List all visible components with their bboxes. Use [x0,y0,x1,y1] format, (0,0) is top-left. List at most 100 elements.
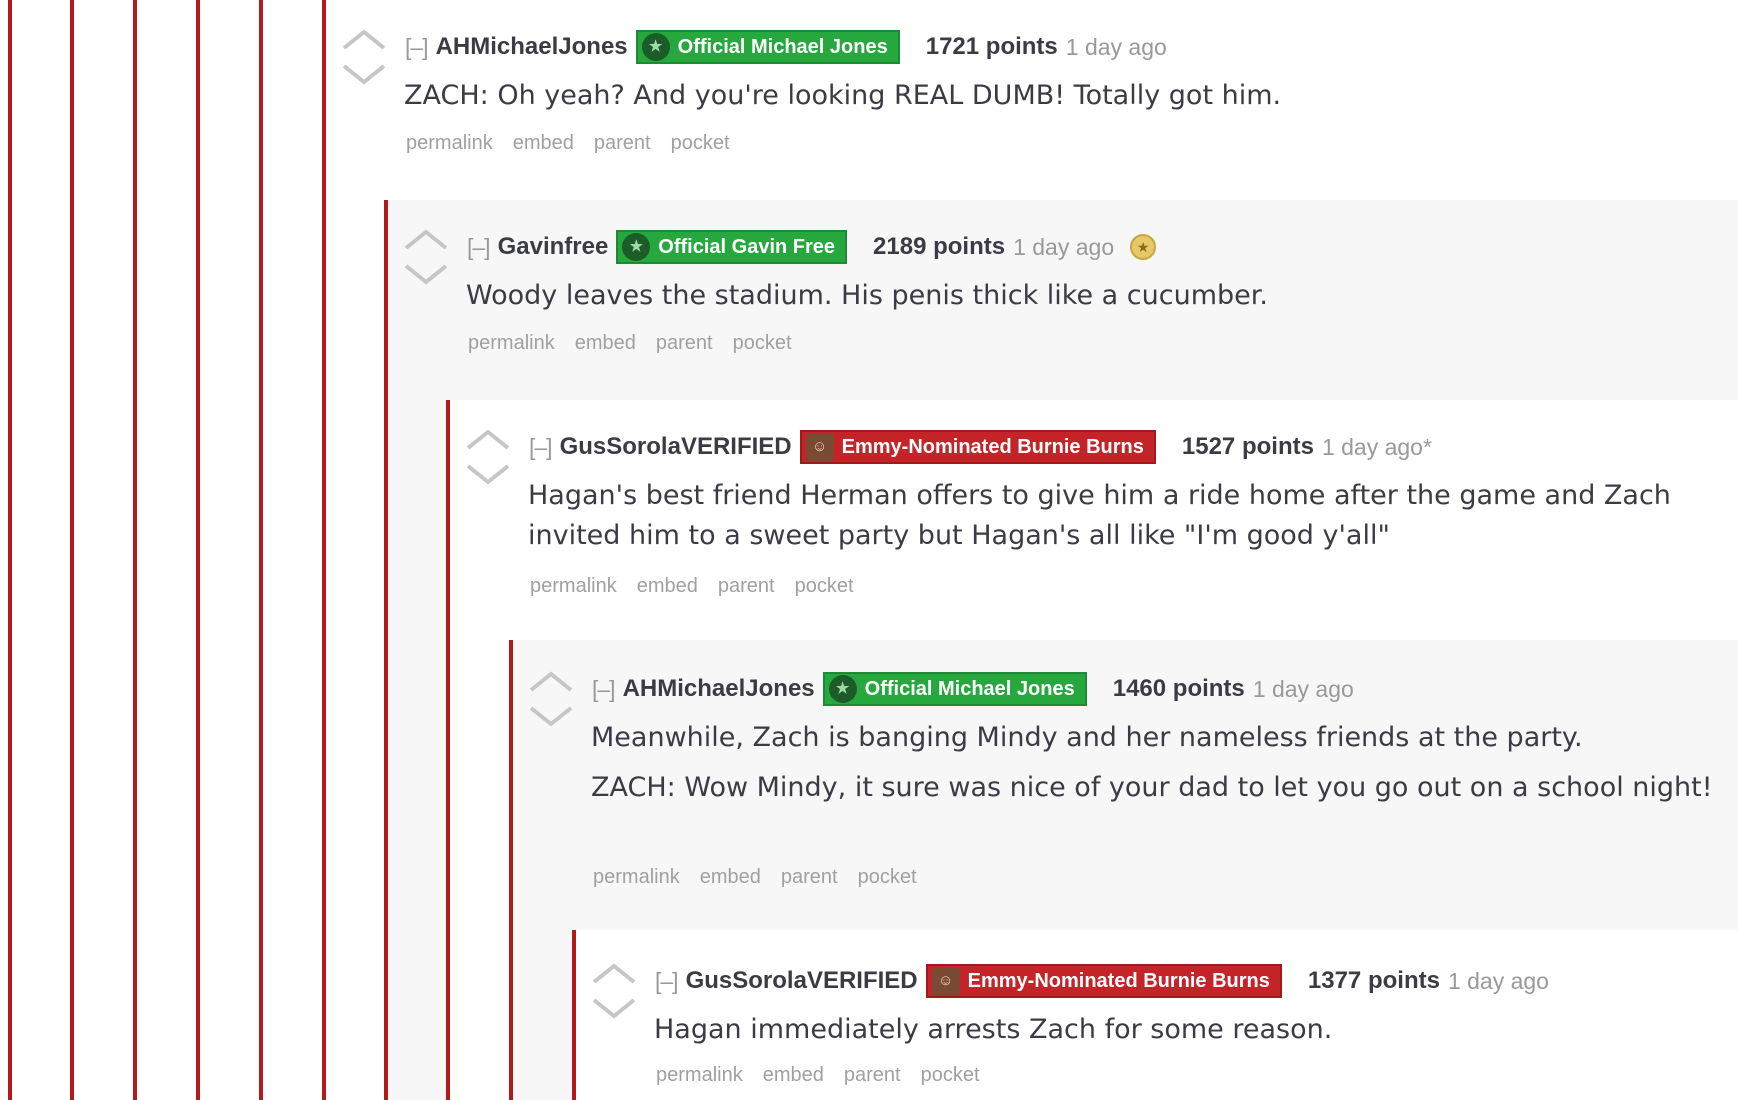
upvote-arrow-icon[interactable] [529,671,573,692]
vote-arrows [402,226,450,306]
timestamp[interactable]: 1 day ago [1448,965,1549,997]
comment-tagline: [–] AHMichaelJones ★ Official Michael Jo… [592,672,1354,706]
upvote-arrow-icon[interactable] [592,963,636,984]
pocket-link[interactable]: pocket [733,332,792,355]
comment-paragraph: Hagan immediately arrests Zach for some … [654,1014,1333,1045]
score: 1721 points [925,33,1058,60]
downvote-arrow-icon[interactable] [466,464,510,485]
comment-body: Hagan's best friend Herman offers to giv… [528,476,1728,566]
score: 2189 points [873,233,1006,260]
downvote-arrow-icon[interactable] [342,64,386,85]
parent-link[interactable]: parent [781,866,838,889]
permalink-link[interactable]: permalink [593,866,680,889]
pocket-link[interactable]: pocket [795,575,854,598]
embed-link[interactable]: embed [700,866,761,889]
comment-tagline: [–] GusSorolaVERIFIED ☺ Emmy-Nominated B… [655,964,1549,998]
score: 1460 points [1112,675,1245,702]
timestamp[interactable]: 1 day ago [1013,231,1114,263]
comment-tagline: [–] Gavinfree ★ Official Gavin Free 2189… [467,230,1157,264]
author-link[interactable]: AHMichaelJones [436,31,628,63]
comment-paragraph: Woody leaves the stadium. His penis thic… [466,280,1268,311]
upvote-arrow-icon[interactable] [404,229,448,250]
pocket-link[interactable]: pocket [671,132,730,155]
vote-arrows [340,26,388,106]
parent-link[interactable]: parent [656,332,713,355]
permalink-link[interactable]: permalink [656,1064,743,1087]
downvote-arrow-icon[interactable] [404,264,448,285]
collapse-toggle[interactable]: [–] [529,431,553,463]
thread-line[interactable] [384,200,388,1100]
upvote-arrow-icon[interactable] [466,429,510,450]
user-flair: ★ Official Gavin Free [616,230,848,264]
embed-link[interactable]: embed [575,332,636,355]
achievement-hunter-logo-icon: ★ [641,33,670,61]
collapse-toggle[interactable]: [–] [592,673,616,705]
flair-text: Official Michael Jones [864,678,1075,700]
user-flair: ★ Official Michael Jones [822,672,1087,706]
comment-actions: permalink embed parent pocket [593,866,917,889]
vote-arrows [527,668,575,748]
downvote-arrow-icon[interactable] [592,998,636,1019]
comment-paragraph: Hagan's best friend Herman offers to giv… [528,480,1671,551]
thread-line[interactable] [8,0,12,1100]
parent-link[interactable]: parent [844,1064,901,1087]
pocket-link[interactable]: pocket [858,866,917,889]
gold-award-icon[interactable]: ★ [1130,234,1157,260]
author-link[interactable]: GusSorolaVERIFIED [686,965,918,997]
thread-line[interactable] [259,0,263,1100]
downvote-arrow-icon[interactable] [529,706,573,727]
burnie-avatar-icon: ☺ [931,967,960,995]
embed-link[interactable]: embed [513,132,574,155]
permalink-link[interactable]: permalink [468,332,555,355]
parent-link[interactable]: parent [594,132,651,155]
comment-paragraph: ZACH: Oh yeah? And you're looking REAL D… [404,80,1282,111]
comment-actions: permalink embed parent pocket [468,332,792,355]
flair-text: Official Gavin Free [658,236,836,258]
user-flair: ☺ Emmy-Nominated Burnie Burns [925,964,1282,998]
comment-paragraph: Meanwhile, Zach is banging Mindy and her… [591,722,1583,753]
author-link[interactable]: GusSorolaVERIFIED [560,431,792,463]
comment-body: Meanwhile, Zach is banging Mindy and her… [591,718,1721,818]
collapse-toggle[interactable]: [–] [405,31,429,63]
embed-link[interactable]: embed [763,1064,824,1087]
thread-line[interactable] [133,0,137,1100]
flair-text: Emmy-Nominated Burnie Burns [841,436,1144,458]
timestamp[interactable]: 1 day ago [1253,673,1354,705]
comment-body: ZACH: Oh yeah? And you're looking REAL D… [404,76,1714,126]
comment-actions: permalink embed parent pocket [656,1064,980,1087]
timestamp[interactable]: 1 day ago* [1322,431,1432,463]
comment-actions: permalink embed parent pocket [406,132,730,155]
pocket-link[interactable]: pocket [921,1064,980,1087]
author-link[interactable]: Gavinfree [498,231,609,263]
vote-arrows [590,960,638,1040]
score: 1377 points [1307,967,1440,994]
comment-paragraph: ZACH: Wow Mindy, it sure was nice of you… [591,772,1713,803]
user-flair: ☺ Emmy-Nominated Burnie Burns [799,430,1156,464]
embed-link[interactable]: embed [637,575,698,598]
comment-tagline: [–] AHMichaelJones ★ Official Michael Jo… [405,30,1167,64]
achievement-hunter-logo-icon: ★ [622,233,651,261]
thread-line[interactable] [196,0,200,1100]
upvote-arrow-icon[interactable] [342,29,386,50]
comment-body: Hagan immediately arrests Zach for some … [654,1010,1724,1060]
vote-arrows [464,426,512,506]
thread-line[interactable] [509,640,513,1100]
parent-link[interactable]: parent [718,575,775,598]
timestamp[interactable]: 1 day ago [1066,31,1167,63]
score: 1527 points [1181,433,1314,460]
collapse-toggle[interactable]: [–] [655,965,679,997]
flair-text: Emmy-Nominated Burnie Burns [967,970,1270,992]
flair-text: Official Michael Jones [677,36,888,58]
comment-tagline: [–] GusSorolaVERIFIED ☺ Emmy-Nominated B… [529,430,1432,464]
permalink-link[interactable]: permalink [406,132,493,155]
collapse-toggle[interactable]: [–] [467,231,491,263]
thread-line[interactable] [70,0,74,1100]
author-link[interactable]: AHMichaelJones [623,673,815,705]
comment-body: Woody leaves the stadium. His penis thic… [466,276,1716,326]
user-flair: ★ Official Michael Jones [635,30,900,64]
thread-line[interactable] [572,930,576,1100]
thread-line[interactable] [446,400,450,1100]
thread-line[interactable] [322,0,326,1100]
permalink-link[interactable]: permalink [530,575,617,598]
achievement-hunter-logo-icon: ★ [828,675,857,703]
